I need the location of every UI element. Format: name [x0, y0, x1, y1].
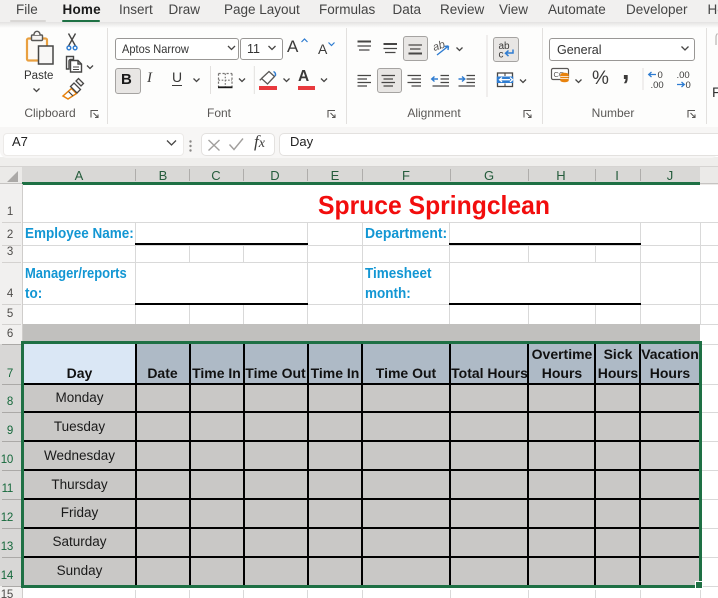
svg-text:.00: .00 — [651, 80, 664, 91]
svg-text:0: 0 — [686, 80, 691, 91]
svg-text:c: c — [499, 50, 504, 61]
svg-text:ab: ab — [431, 39, 447, 54]
